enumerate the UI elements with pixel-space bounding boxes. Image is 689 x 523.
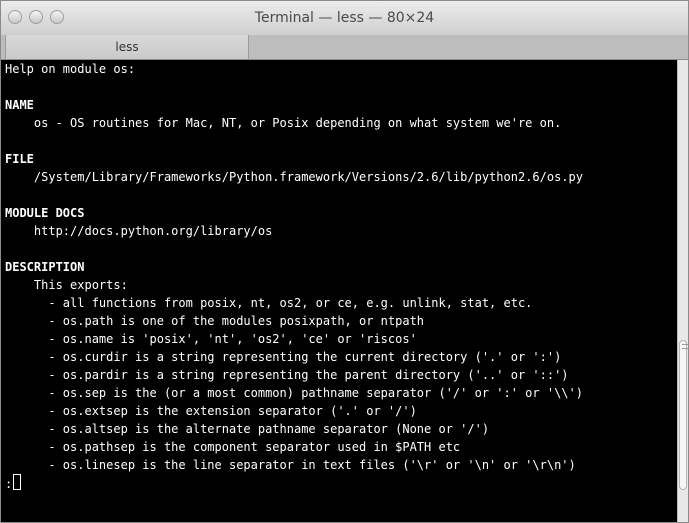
terminal-line: FILE [5, 152, 34, 166]
terminal-line: - os.path is one of the modules posixpat… [5, 314, 425, 328]
title-bar[interactable]: Terminal — less — 80×24 [1, 1, 688, 36]
vertical-scrollbar[interactable] [677, 60, 688, 522]
terminal-line: - os.extsep is the extension separator (… [5, 404, 417, 418]
grip-icon [682, 344, 688, 349]
scrollbar-thumb[interactable] [679, 340, 688, 490]
terminal-line: /System/Library/Frameworks/Python.framew… [5, 170, 583, 184]
terminal-line: http://docs.python.org/library/os [5, 224, 273, 238]
terminal-line: - os.pardir is a string representing the… [5, 368, 569, 382]
window-title: Terminal — less — 80×24 [254, 10, 435, 26]
terminal-window: Terminal — less — 80×24 less Help on mod… [0, 0, 689, 523]
cursor-icon [13, 474, 22, 490]
terminal-line: DESCRIPTION [5, 260, 85, 274]
terminal-line: - os.curdir is a string representing the… [5, 350, 562, 364]
terminal-line: - os.linesep is the line separator in te… [5, 458, 576, 472]
tab-less[interactable]: less [5, 35, 249, 59]
terminal-line: - all functions from posix, nt, os2, or … [5, 296, 533, 310]
terminal-line: - os.name is 'posix', 'nt', 'os2', 'ce' … [5, 332, 417, 346]
prompt-text: : [5, 477, 13, 491]
terminal-line: This exports: [5, 278, 128, 292]
terminal-line: MODULE DOCS [5, 206, 85, 220]
terminal-line: os - OS routines for Mac, NT, or Posix d… [5, 116, 562, 130]
terminal-line: Help on module os: [5, 62, 136, 76]
terminal-line: - os.altsep is the alternate pathname se… [5, 422, 490, 436]
terminal-line: - os.sep is the (or a most common) pathn… [5, 386, 583, 400]
less-prompt[interactable]: : [5, 474, 677, 492]
tab-bar: less [1, 35, 688, 60]
terminal-line: NAME [5, 98, 34, 112]
terminal-output[interactable]: Help on module os: NAME os - OS routines … [1, 60, 677, 522]
terminal-line: - os.pathsep is the component separator … [5, 440, 461, 454]
